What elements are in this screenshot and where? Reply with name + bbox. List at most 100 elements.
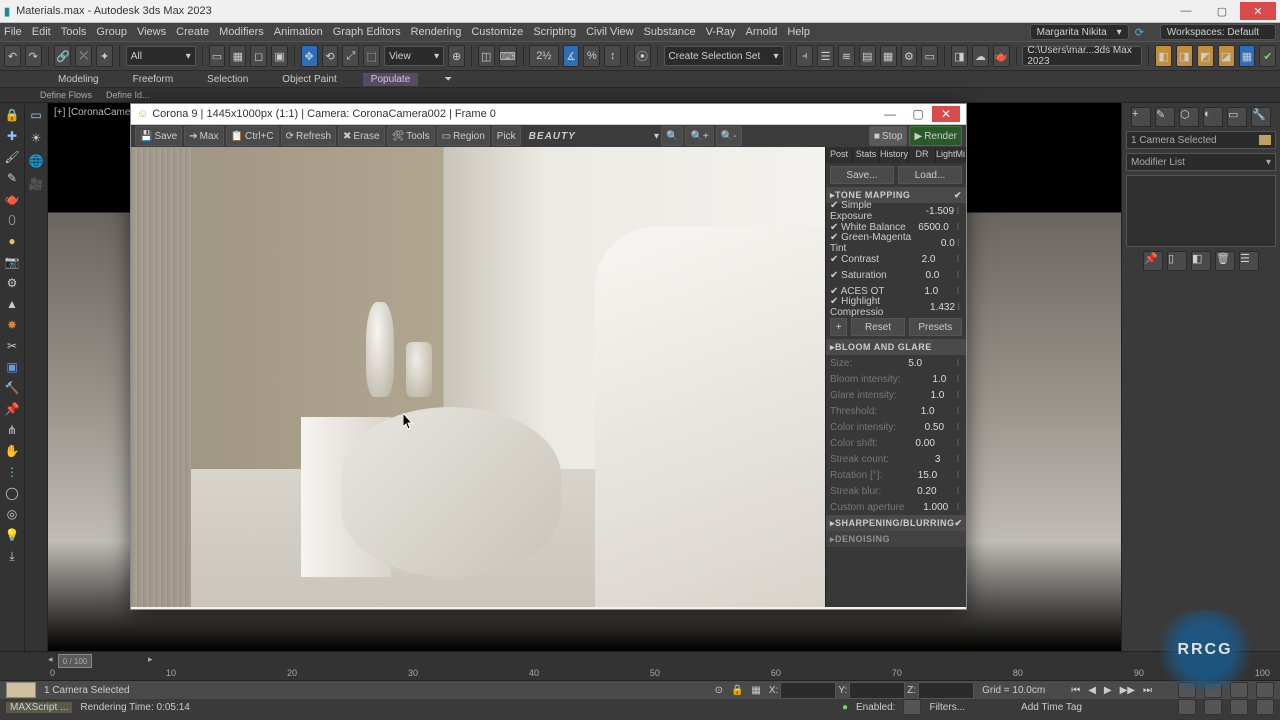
- corona-load-preset-button[interactable]: Load...: [898, 166, 962, 184]
- nav-max-icon[interactable]: [1230, 699, 1248, 715]
- selection-set-dropdown[interactable]: Create Selection Set▾: [664, 46, 784, 66]
- corona-max-button2[interactable]: ➔ Max: [184, 126, 223, 146]
- explode-icon[interactable]: ✸: [2, 315, 22, 335]
- maximize-button[interactable]: ▢: [1204, 2, 1240, 20]
- corona-min-button[interactable]: —: [876, 106, 904, 122]
- pull-icon[interactable]: ⤓: [2, 546, 22, 566]
- rgb-icon[interactable]: ⋮: [2, 462, 22, 482]
- redo-button[interactable]: ↷: [25, 45, 42, 67]
- corona-tab-history[interactable]: History: [880, 147, 909, 163]
- ribbon-freeform[interactable]: Freeform: [125, 73, 182, 86]
- rect-select-button[interactable]: ◻: [250, 45, 267, 67]
- nav-field-icon[interactable]: [1178, 699, 1196, 715]
- modifier-list-dropdown[interactable]: Modifier List▾: [1126, 153, 1276, 171]
- stack-remove-icon[interactable]: 🗑: [1215, 251, 1235, 271]
- create-tab-icon[interactable]: ✚: [2, 126, 22, 146]
- sel-lock-icon[interactable]: 🔒: [2, 105, 22, 125]
- corona-channel-chevron[interactable]: ▾: [654, 131, 659, 142]
- terrain-icon[interactable]: ▲: [2, 294, 22, 314]
- pivot-button[interactable]: ⊕: [448, 45, 465, 67]
- corona-zoomfit-button[interactable]: 🔍: [661, 126, 683, 146]
- menu-modifiers[interactable]: Modifiers: [219, 26, 264, 38]
- bind-button[interactable]: ✦: [96, 45, 113, 67]
- menu-customize[interactable]: Customize: [471, 26, 523, 38]
- nav-zoomall-icon[interactable]: [1256, 682, 1274, 698]
- corona-refresh-button[interactable]: ⟳ Refresh: [281, 126, 336, 146]
- portal-icon[interactable]: ▭: [26, 105, 46, 125]
- material-swatch[interactable]: [6, 682, 36, 698]
- cp-modify-icon[interactable]: ✎: [1155, 107, 1175, 127]
- corona-copy-button[interactable]: 📋 Ctrl+C: [226, 126, 279, 146]
- viewport[interactable]: [+] [CoronaCamera002... ☺ Corona 9 | 144…: [48, 103, 1121, 651]
- corona-save-button[interactable]: 💾 Save: [135, 126, 182, 146]
- nav-walk-icon[interactable]: [1204, 699, 1222, 715]
- play-next-icon[interactable]: ▶▶: [1120, 685, 1135, 696]
- corona-light-button[interactable]: ◩: [1197, 45, 1214, 67]
- corona-erase-button[interactable]: ✖ Erase: [338, 126, 385, 146]
- scale-button[interactable]: ⤢: [342, 45, 359, 67]
- menu-substance[interactable]: Substance: [644, 26, 696, 38]
- selection-name-field[interactable]: 1 Camera Selected: [1126, 131, 1276, 149]
- undo-button[interactable]: ↶: [4, 45, 21, 67]
- bloom-row[interactable]: Streak count:3⁝: [826, 451, 966, 467]
- menu-vray[interactable]: V-Ray: [706, 26, 736, 38]
- project-path[interactable]: C:\Users\mar...3ds Max 2023: [1022, 46, 1142, 66]
- tone-row[interactable]: ✔ Simple Exposure-1.509⁝: [826, 203, 966, 219]
- render-image[interactable]: [131, 147, 825, 607]
- corona-mat-button[interactable]: ◧: [1155, 45, 1172, 67]
- user-chip[interactable]: Margarita Nikita ▾: [1030, 24, 1129, 40]
- cp-hierarchy-icon[interactable]: ⬡: [1179, 107, 1199, 127]
- menu-edit[interactable]: Edit: [32, 26, 51, 38]
- tone-presets-button[interactable]: Presets: [909, 318, 962, 336]
- tone-reset-button[interactable]: Reset: [851, 318, 904, 336]
- teapot-button[interactable]: 🫖: [993, 45, 1010, 67]
- settings-icon[interactable]: ⚙: [2, 273, 22, 293]
- section-denoise[interactable]: ▸ Denoising: [826, 531, 966, 547]
- tone-row[interactable]: ✔ Saturation0.0⁝: [826, 267, 966, 283]
- snap2d-button[interactable]: 2½: [529, 45, 558, 67]
- corona-region-button[interactable]: ▭ Region: [437, 126, 490, 146]
- ribbon-selection[interactable]: Selection: [199, 73, 256, 86]
- manip-button[interactable]: ◫: [478, 45, 495, 67]
- cp-util-icon[interactable]: 🔧: [1251, 107, 1271, 127]
- corona-check-button[interactable]: ✔: [1259, 45, 1276, 67]
- menu-file[interactable]: File: [4, 26, 22, 38]
- bloom-row[interactable]: Threshold:1.0⁝: [826, 403, 966, 419]
- subribbon-flows[interactable]: Define Flows: [40, 90, 92, 100]
- dep-icon[interactable]: [903, 699, 921, 715]
- hammer-icon[interactable]: 🔨: [2, 378, 22, 398]
- placement-button[interactable]: ⬚: [363, 45, 380, 67]
- selection-filter[interactable]: All▾: [126, 46, 196, 66]
- window-crossing-button[interactable]: ▣: [271, 45, 288, 67]
- play-icon[interactable]: ▶: [1104, 685, 1112, 696]
- tone-plus-button[interactable]: +: [830, 318, 847, 336]
- move-button[interactable]: ✥: [301, 45, 318, 67]
- corona-vfb-button[interactable]: ▦: [1239, 45, 1256, 67]
- stack-show-icon[interactable]: ▯: [1167, 251, 1187, 271]
- snap-icon[interactable]: ▦: [751, 685, 760, 696]
- percent-snap-button[interactable]: %: [583, 45, 600, 67]
- schematic-button[interactable]: ▤: [859, 45, 876, 67]
- stack-pin-icon[interactable]: 📌: [1143, 251, 1163, 271]
- material-editor-button[interactable]: ▦: [880, 45, 897, 67]
- corona-cam-button[interactable]: ◨: [1176, 45, 1193, 67]
- corona-tools-button[interactable]: 🛠 Tools: [387, 126, 435, 146]
- menu-views[interactable]: Views: [137, 26, 166, 38]
- pin-icon[interactable]: 📌: [2, 399, 22, 419]
- close-button[interactable]: ✕: [1240, 2, 1276, 20]
- ribbon-modeling[interactable]: Modeling: [50, 73, 107, 86]
- hand-icon[interactable]: ✋: [2, 441, 22, 461]
- play-prev-icon[interactable]: ◀: [1088, 685, 1096, 696]
- nav-zoom-icon[interactable]: [1230, 682, 1248, 698]
- mirror-button[interactable]: ⦿: [634, 45, 651, 67]
- cp-display-icon[interactable]: ▭: [1227, 107, 1247, 127]
- corona-titlebar[interactable]: ☺ Corona 9 | 1445x1000px (1:1) | Camera:…: [131, 104, 966, 125]
- bloom-row[interactable]: Color intensity:0.50⁝: [826, 419, 966, 435]
- brush-icon[interactable]: 🖌: [2, 147, 22, 167]
- bloom-row[interactable]: Size:5.0⁝: [826, 355, 966, 371]
- z-input[interactable]: [918, 682, 974, 699]
- lathe-icon[interactable]: ⬯: [2, 210, 22, 230]
- isolate-icon[interactable]: ⊙: [715, 685, 723, 696]
- corona-zoomin-button[interactable]: 🔍+: [685, 126, 713, 146]
- bloom-row[interactable]: Custom aperture1.000⁝: [826, 499, 966, 515]
